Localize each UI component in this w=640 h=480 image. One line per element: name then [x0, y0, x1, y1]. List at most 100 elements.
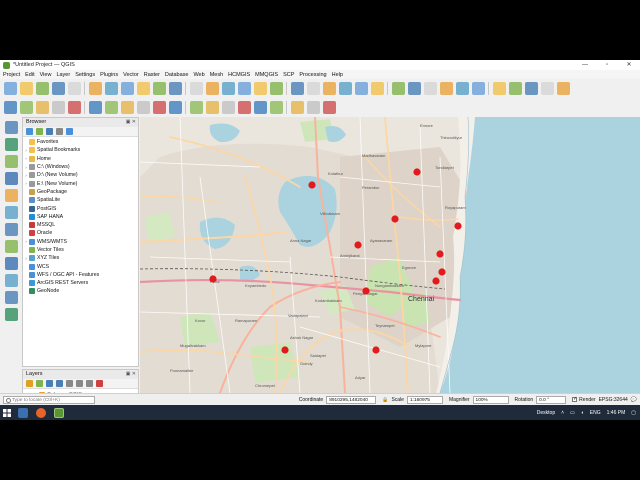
- main-tool-2-icon[interactable]: [20, 82, 33, 95]
- add-group-icon[interactable]: [36, 380, 43, 387]
- menu-processing[interactable]: Processing: [299, 72, 326, 78]
- add-layer-tool-8-icon[interactable]: [4, 240, 18, 253]
- menu-help[interactable]: Help: [332, 72, 343, 78]
- rotation-field[interactable]: 0.0 °: [536, 395, 567, 404]
- main-tool-20-icon[interactable]: [323, 82, 336, 95]
- add-layer-tool-11-icon[interactable]: [4, 291, 18, 304]
- main-tool-32-icon[interactable]: [525, 82, 538, 95]
- main-tool-5-icon[interactable]: [68, 82, 81, 95]
- browser-item-geonode[interactable]: GeoNode: [23, 287, 138, 295]
- menu-hcmgis[interactable]: HCMGIS: [228, 72, 250, 78]
- minimize-button[interactable]: —: [574, 60, 596, 70]
- menu-view[interactable]: View: [40, 72, 52, 78]
- main-tool-4-icon[interactable]: [52, 82, 65, 95]
- main-tool-14-icon[interactable]: [222, 82, 235, 95]
- menu-web[interactable]: Web: [193, 72, 204, 78]
- language-indicator[interactable]: ENG: [590, 410, 601, 416]
- browser-item-postgis[interactable]: PostGIS: [23, 204, 138, 212]
- main-tool-11-icon[interactable]: [169, 82, 182, 95]
- main-tool-8-icon[interactable]: [121, 82, 134, 95]
- maximize-button[interactable]: ▫: [596, 60, 618, 70]
- edit-tool-11-icon[interactable]: [169, 101, 182, 114]
- browser-item-c-windows-[interactable]: › C:\ (Windows): [23, 163, 138, 171]
- main-tool-21-icon[interactable]: [339, 82, 352, 95]
- point-feature[interactable]: [354, 241, 362, 249]
- edit-tool-4-icon[interactable]: [52, 101, 65, 114]
- point-feature[interactable]: [454, 222, 462, 230]
- browser-item-spatialite[interactable]: SpatiaLite: [23, 196, 138, 204]
- render-checkbox[interactable]: [572, 396, 577, 402]
- main-tool-19-icon[interactable]: [307, 82, 320, 95]
- scale-lock-icon[interactable]: 🔒: [382, 397, 388, 403]
- edit-tool-7-icon[interactable]: [105, 101, 118, 114]
- add-layer-tool-1-icon[interactable]: [4, 121, 18, 134]
- edit-tool-16-icon[interactable]: [254, 101, 267, 114]
- edit-tool-12-icon[interactable]: [190, 101, 203, 114]
- main-tool-18-icon[interactable]: [291, 82, 304, 95]
- browser-item-geopackage[interactable]: GeoPackage: [23, 188, 138, 196]
- edit-tool-20-icon[interactable]: [323, 101, 336, 114]
- close-button[interactable]: ✕: [618, 60, 640, 70]
- main-tool-25-icon[interactable]: [408, 82, 421, 95]
- edit-tool-15-icon[interactable]: [238, 101, 251, 114]
- add-layer-tool-6-icon[interactable]: [4, 206, 18, 219]
- add-layer-tool-4-icon[interactable]: [4, 172, 18, 185]
- browser-item-spatial-bookmarks[interactable]: › Spatial Bookmarks: [23, 146, 138, 154]
- filter-expression-icon[interactable]: [66, 380, 73, 387]
- browser-item-sap-hana[interactable]: SAP HANA: [23, 213, 138, 221]
- collapse-all-icon[interactable]: [86, 380, 93, 387]
- messages-icon[interactable]: 💬: [631, 397, 637, 403]
- clock[interactable]: 1:46 PM: [607, 410, 626, 416]
- edit-tool-10-icon[interactable]: [153, 101, 166, 114]
- point-feature[interactable]: [362, 287, 370, 295]
- point-feature[interactable]: [308, 181, 316, 189]
- main-tool-15-icon[interactable]: [238, 82, 251, 95]
- point-feature[interactable]: [391, 215, 399, 223]
- file-explorer-icon[interactable]: [18, 407, 28, 418]
- add-layer-tool-7-icon[interactable]: [4, 223, 18, 236]
- add-layer-tool-9-icon[interactable]: [4, 257, 18, 270]
- point-feature[interactable]: [281, 346, 289, 354]
- menu-settings[interactable]: Settings: [75, 72, 95, 78]
- browser-item-mssql[interactable]: MSSQL: [23, 221, 138, 229]
- tray-chevron-icon[interactable]: ˄: [561, 410, 564, 416]
- add-layer-tool-3-icon[interactable]: [4, 155, 18, 168]
- main-tool-34-icon[interactable]: [557, 82, 570, 95]
- filter-icon[interactable]: [46, 128, 53, 135]
- main-tool-30-icon[interactable]: [493, 82, 506, 95]
- browser-item-favorites[interactable]: Favorites: [23, 138, 138, 146]
- scale-field[interactable]: 1:160975: [406, 395, 443, 404]
- info-icon[interactable]: [66, 128, 73, 135]
- main-tool-31-icon[interactable]: [509, 82, 522, 95]
- remove-layer-icon[interactable]: [96, 380, 103, 387]
- point-feature[interactable]: [436, 250, 444, 258]
- menu-project[interactable]: Project: [3, 72, 20, 78]
- point-feature[interactable]: [372, 346, 380, 354]
- edit-tool-17-icon[interactable]: [270, 101, 283, 114]
- add-layer-tool-2-icon[interactable]: [4, 138, 18, 151]
- menu-mesh[interactable]: Mesh: [210, 72, 223, 78]
- menu-mmqgis[interactable]: MMQGIS: [255, 72, 278, 78]
- main-tool-26-icon[interactable]: [424, 82, 437, 95]
- main-tool-29-icon[interactable]: [472, 82, 485, 95]
- edit-tool-3-icon[interactable]: [36, 101, 49, 114]
- add-layer-tool-10-icon[interactable]: [4, 274, 18, 287]
- browser-item-d-new-volume-[interactable]: › D:\ (New Volume): [23, 171, 138, 179]
- edit-tool-1-icon[interactable]: [4, 101, 17, 114]
- collapse-all-icon[interactable]: [56, 128, 63, 135]
- main-tool-6-icon[interactable]: [89, 82, 102, 95]
- desktop-label[interactable]: Desktop: [537, 410, 555, 416]
- add-layer-tool-5-icon[interactable]: [4, 189, 18, 202]
- main-tool-17-icon[interactable]: [270, 82, 283, 95]
- notification-icon[interactable]: ▢: [631, 410, 636, 416]
- main-tool-33-icon[interactable]: [541, 82, 554, 95]
- point-feature[interactable]: [209, 275, 217, 283]
- map-canvas[interactable]: Chennai Perambur Kolathur Villivakkam Madhav…: [140, 117, 640, 393]
- manage-visibility-icon[interactable]: [46, 380, 53, 387]
- main-tool-27-icon[interactable]: [440, 82, 453, 95]
- browser-item-wcs[interactable]: WCS: [23, 262, 138, 270]
- add-selected-icon[interactable]: [26, 128, 33, 135]
- main-tool-1-icon[interactable]: [4, 82, 17, 95]
- main-tool-12-icon[interactable]: [190, 82, 203, 95]
- locator-search-input[interactable]: Type to locate (Ctrl+K): [3, 395, 95, 404]
